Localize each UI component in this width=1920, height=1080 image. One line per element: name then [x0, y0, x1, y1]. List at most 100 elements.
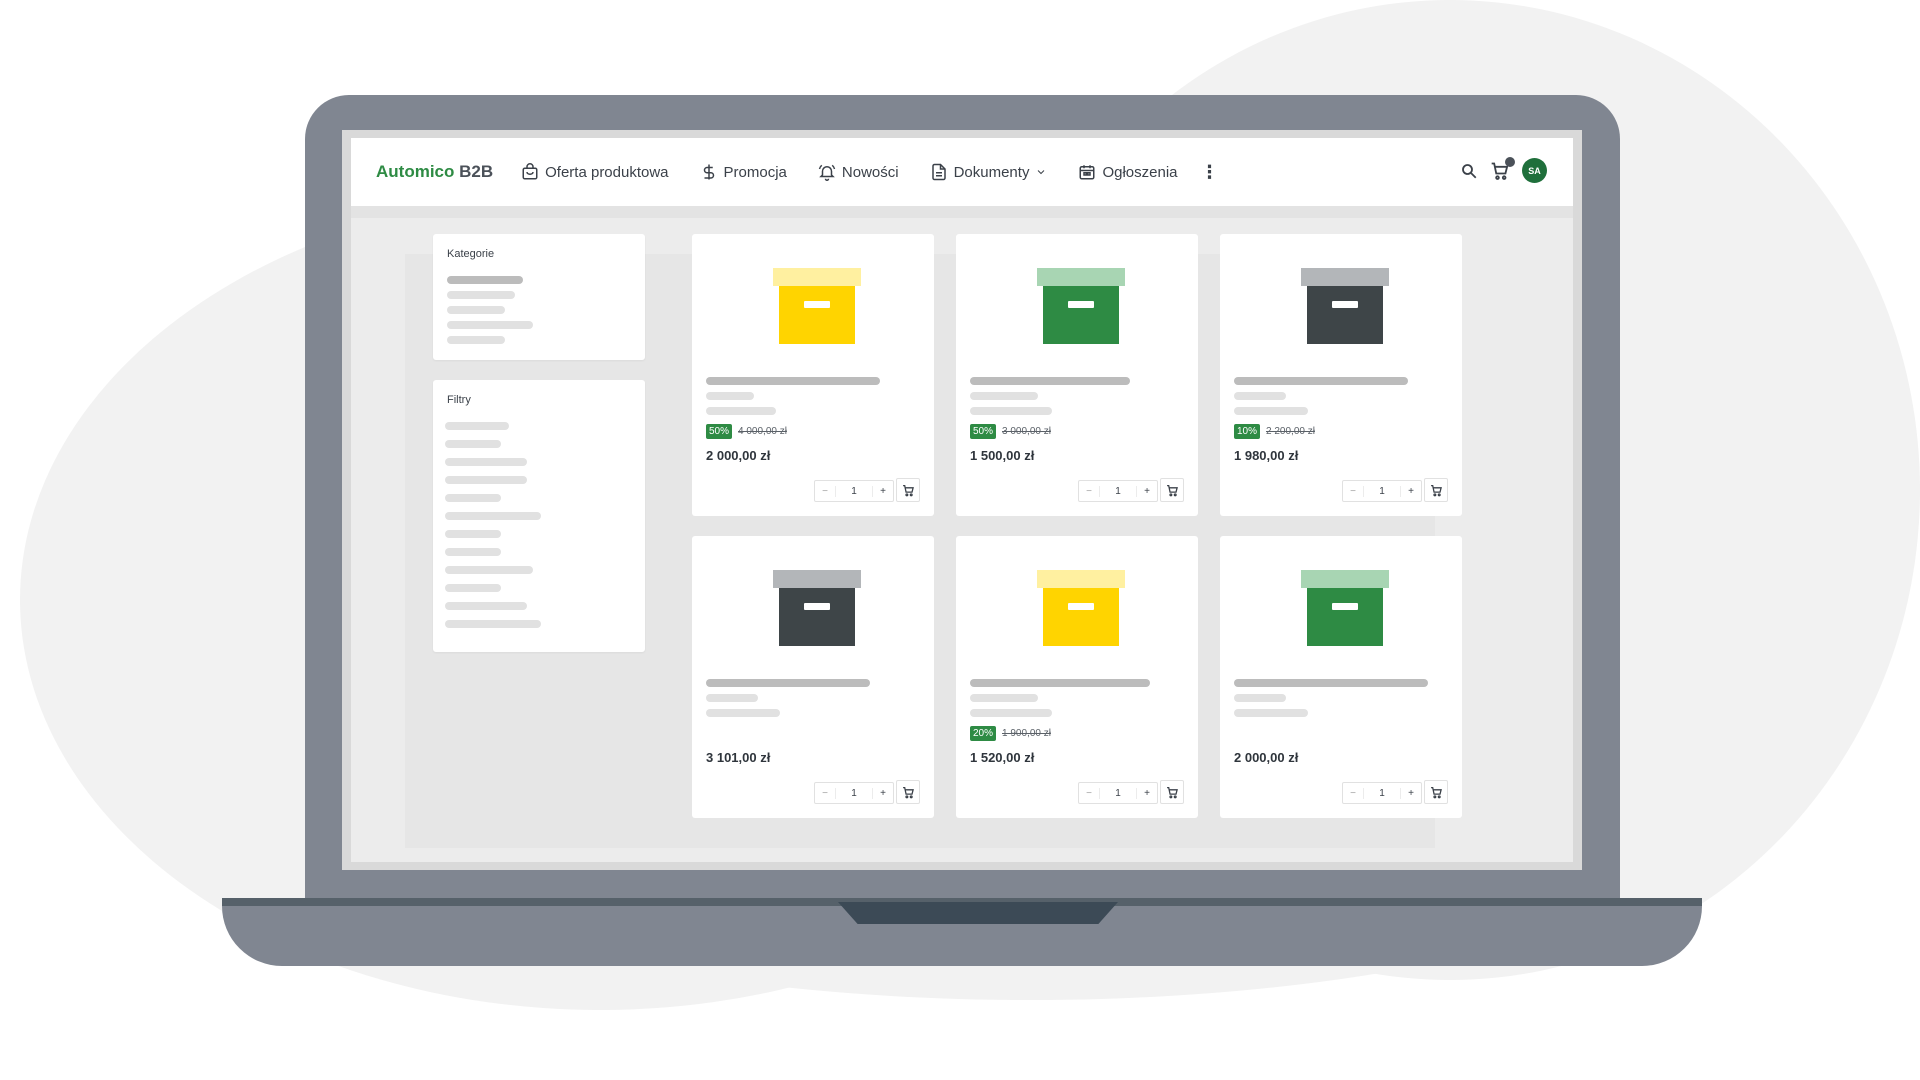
product-image[interactable]: [1301, 268, 1389, 344]
nav-item-promocja[interactable]: Promocja: [700, 163, 787, 181]
product-meta-placeholder: [1234, 709, 1308, 717]
product-meta-placeholder: [970, 392, 1038, 400]
decrease-button[interactable]: −: [1079, 788, 1099, 799]
filter-placeholder[interactable]: [445, 530, 501, 538]
nav-item-ogloszenia[interactable]: Ogłoszenia: [1078, 163, 1178, 181]
increase-button[interactable]: +: [1401, 788, 1421, 799]
add-to-cart-button[interactable]: [1424, 478, 1448, 502]
product-name-placeholder: [706, 679, 870, 687]
product-meta-placeholder: [970, 694, 1038, 702]
decrease-button[interactable]: −: [1079, 486, 1099, 497]
product-card[interactable]: 2 000,00 zł − 1 +: [1220, 536, 1462, 818]
top-navbar: Automico B2B Oferta produktowa Promocja …: [351, 138, 1573, 206]
filter-placeholder[interactable]: [445, 620, 541, 628]
product-meta-placeholder: [1234, 392, 1286, 400]
filter-placeholder[interactable]: [445, 602, 527, 610]
more-menu-icon[interactable]: ⋮: [1201, 162, 1219, 183]
product-name-placeholder: [706, 377, 880, 385]
product-card[interactable]: 10% 2 200,00 zł 1 980,00 zł − 1 +: [1220, 234, 1462, 516]
nav-item-nowosci[interactable]: Nowości: [818, 163, 899, 181]
product-meta-placeholder: [706, 407, 776, 415]
quantity-stepper: − 1 +: [1078, 782, 1158, 804]
product-meta-placeholder: [970, 709, 1052, 717]
product-image[interactable]: [1037, 268, 1125, 344]
increase-button[interactable]: +: [1137, 788, 1157, 799]
cart-button[interactable]: [1490, 156, 1515, 181]
quantity-value[interactable]: 1: [835, 787, 873, 799]
search-icon[interactable]: [1460, 162, 1478, 180]
increase-button[interactable]: +: [1137, 486, 1157, 497]
product-card[interactable]: 50% 3 000,00 zł 1 500,00 zł − 1 +: [956, 234, 1198, 516]
add-to-cart-button[interactable]: [896, 478, 920, 502]
nav-item-oferta[interactable]: Oferta produktowa: [521, 163, 669, 181]
discount-badge: 20%: [970, 726, 997, 741]
add-to-cart-button[interactable]: [896, 780, 920, 804]
product-price: 1 520,00 zł: [970, 750, 1035, 765]
dollar-icon: [703, 164, 714, 180]
product-meta-placeholder: [1234, 694, 1286, 702]
cart-icon: [1430, 484, 1442, 496]
increase-button[interactable]: +: [873, 486, 893, 497]
product-image[interactable]: [773, 268, 861, 344]
sub-toolbar: [351, 206, 1573, 218]
calendar-icon: [1079, 165, 1095, 180]
discount-badge: 10%: [1234, 424, 1261, 439]
discount-badge: 50%: [970, 424, 997, 439]
filter-placeholder[interactable]: [445, 566, 533, 574]
filter-placeholder[interactable]: [445, 440, 501, 448]
decrease-button[interactable]: −: [1343, 788, 1363, 799]
increase-button[interactable]: +: [873, 788, 893, 799]
product-image[interactable]: [1037, 570, 1125, 646]
quantity-value[interactable]: 1: [1363, 485, 1401, 497]
quantity-value[interactable]: 1: [1099, 787, 1137, 799]
quantity-value[interactable]: 1: [835, 485, 873, 497]
decrease-button[interactable]: −: [815, 486, 835, 497]
product-image[interactable]: [1301, 570, 1389, 646]
product-card[interactable]: 20% 1 900,00 zł 1 520,00 zł − 1 +: [956, 536, 1198, 818]
app-logo[interactable]: Automico B2B: [376, 162, 493, 182]
category-placeholder[interactable]: [447, 276, 523, 284]
decrease-button[interactable]: −: [815, 788, 835, 799]
filter-placeholder[interactable]: [445, 422, 509, 430]
decrease-button[interactable]: −: [1343, 486, 1363, 497]
nav-item-label: Oferta produktowa: [545, 163, 669, 181]
nav-item-dokumenty[interactable]: Dokumenty: [930, 163, 1048, 181]
add-to-cart-button[interactable]: [1160, 780, 1184, 804]
add-to-cart-button[interactable]: [1424, 780, 1448, 804]
old-price: 3 000,00 zł: [1002, 426, 1051, 437]
product-card[interactable]: 50% 4 000,00 zł 2 000,00 zł − 1 +: [692, 234, 934, 516]
category-placeholder[interactable]: [447, 321, 533, 329]
category-placeholder[interactable]: [447, 306, 505, 314]
product-price: 2 000,00 zł: [1234, 750, 1299, 765]
old-price: 1 900,00 zł: [1002, 728, 1051, 739]
avatar[interactable]: SA: [1522, 158, 1547, 183]
old-price: 2 200,00 zł: [1266, 426, 1315, 437]
category-placeholder[interactable]: [447, 336, 505, 344]
filter-placeholder[interactable]: [445, 548, 501, 556]
product-price: 3 101,00 zł: [706, 750, 771, 765]
product-price: 1 500,00 zł: [970, 448, 1035, 463]
quantity-value[interactable]: 1: [1363, 787, 1401, 799]
quantity-stepper: − 1 +: [1342, 480, 1422, 502]
quantity-stepper: − 1 +: [814, 480, 894, 502]
filter-placeholder[interactable]: [445, 494, 501, 502]
cart-count-badge: [1505, 156, 1515, 167]
categories-panel: Kategorie: [433, 234, 645, 360]
filter-placeholder[interactable]: [445, 512, 541, 520]
category-placeholder[interactable]: [447, 291, 515, 299]
product-meta-placeholder: [706, 694, 758, 702]
quantity-value[interactable]: 1: [1099, 485, 1137, 497]
product-name-placeholder: [970, 377, 1130, 385]
filter-placeholder[interactable]: [445, 476, 527, 484]
product-image[interactable]: [773, 570, 861, 646]
add-to-cart-button[interactable]: [1160, 478, 1184, 502]
categories-title: Kategorie: [447, 248, 495, 260]
product-meta-placeholder: [706, 392, 754, 400]
bell-icon: [818, 164, 836, 181]
product-card[interactable]: 3 101,00 zł − 1 +: [692, 536, 934, 818]
filter-placeholder[interactable]: [445, 584, 501, 592]
product-name-placeholder: [1234, 377, 1408, 385]
filter-placeholder[interactable]: [445, 458, 527, 466]
bag-icon: [522, 163, 538, 180]
increase-button[interactable]: +: [1401, 486, 1421, 497]
